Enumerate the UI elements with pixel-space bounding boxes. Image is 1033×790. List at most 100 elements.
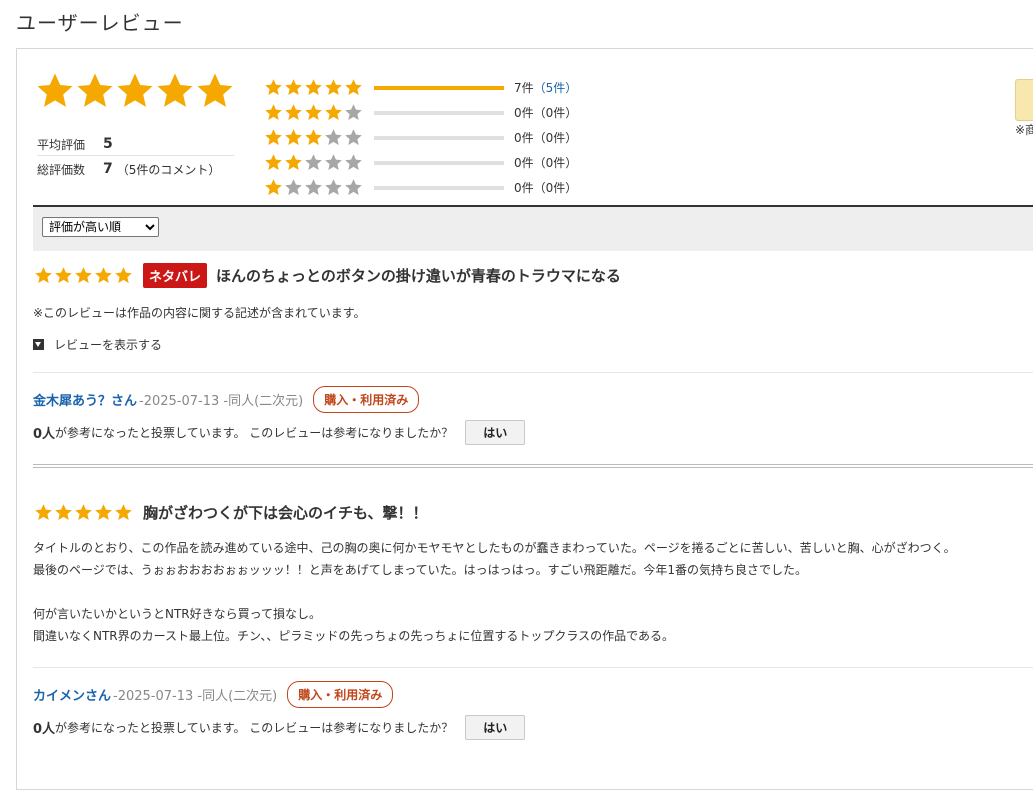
expand-triangle-icon	[33, 339, 44, 350]
total-comments: （5件のコメント）	[116, 162, 221, 177]
average-label: 平均評価	[37, 137, 86, 152]
distribution-bar	[374, 135, 504, 140]
helpful-yes-button[interactable]: はい	[465, 715, 526, 740]
star-empty-icon	[325, 154, 342, 171]
rating-distribution: 7件（5件） 0件（0件） 0件（0件） 0件（0件） 0件（0件）	[264, 75, 577, 200]
star-filled-icon	[75, 267, 92, 284]
distribution-count: 0件（0件）	[514, 129, 577, 146]
star-empty-icon	[345, 179, 362, 196]
star-filled-icon	[115, 267, 132, 284]
sort-order-select[interactable]: 評価が高い順	[42, 217, 159, 237]
distribution-count-value: 0件	[514, 131, 534, 145]
star-icon	[117, 73, 153, 107]
review-header: ネタバレ ほんのちょっとのボタンの掛け違いが青春のトラウマになる	[33, 263, 1033, 288]
star-empty-icon	[325, 179, 342, 196]
show-review-toggle[interactable]: レビューを表示する	[33, 336, 1033, 353]
star-empty-icon	[325, 129, 342, 146]
review-item: 胸がざわつくが下は会心のイチも、撃！！ タイトルのとおり、この作品を読み進めてい…	[33, 502, 1033, 740]
star-icon	[197, 73, 233, 107]
star-filled-icon	[285, 129, 302, 146]
average-rating: 平均評価 5	[37, 133, 234, 156]
distribution-comments: （0件）	[533, 131, 578, 145]
write-review-button[interactable]	[1015, 79, 1033, 121]
review-body-line: 最後のページでは、うぉぉおおおおぉぉッッッ！！と声をあげてしまっていた。はっはっ…	[33, 563, 807, 577]
page-title: ユーザーレビュー	[16, 11, 184, 35]
star-filled-icon	[55, 504, 72, 521]
star-filled-icon	[345, 79, 362, 96]
average-star-rating	[35, 71, 235, 111]
star-icon	[77, 73, 113, 107]
star-empty-icon	[305, 154, 322, 171]
star-filled-icon	[305, 129, 322, 146]
helpful-yes-button[interactable]: はい	[465, 420, 526, 445]
star-filled-icon	[265, 79, 282, 96]
star-filled-icon	[95, 267, 112, 284]
review-title: ほんのちょっとのボタンの掛け違いが青春のトラウマになる	[216, 267, 621, 285]
review-meta: カイメンさん -2025-07-13 -同人(二次元) 購入・利用済み	[33, 681, 1033, 708]
purchased-badge: 購入・利用済み	[313, 386, 420, 413]
average-value: 5	[103, 136, 113, 152]
review-date: -2025-07-13 -同人(二次元)	[139, 394, 304, 409]
sort-bar: 評価が高い順	[33, 205, 1033, 251]
star-filled-icon	[35, 504, 52, 521]
spoiler-note: ※このレビューは作品の内容に関する記述が含まれています。	[33, 306, 366, 320]
review-stars	[34, 266, 134, 285]
distribution-stars	[264, 178, 372, 197]
distribution-row: 0件（0件）	[264, 150, 577, 175]
review-body-line	[33, 581, 1033, 603]
star-filled-icon	[265, 104, 282, 121]
distribution-count-value: 0件	[514, 106, 534, 120]
helpful-row: 0人 が参考になったと投票しています。 このレビューは参考になりましたか？ はい	[33, 420, 1033, 445]
star-filled-icon	[305, 104, 322, 121]
review-body-line: 何が言いたいかというとNTR好きなら買って損なし。	[33, 607, 322, 621]
review-item: ネタバレ ほんのちょっとのボタンの掛け違いが青春のトラウマになる ※このレビュー…	[33, 263, 1033, 445]
distribution-comments-link[interactable]: （5件）	[534, 81, 578, 95]
star-filled-icon	[285, 154, 302, 171]
distribution-stars	[264, 78, 372, 97]
total-label: 総評価数	[37, 162, 86, 177]
distribution-comments: （0件）	[533, 156, 578, 170]
total-value: 7	[103, 161, 113, 177]
review-body: タイトルのとおり、この作品を読み進めている途中、己の胸の奥に何かモヤモヤとしたも…	[33, 537, 1033, 647]
distribution-count-value: 0件	[514, 181, 534, 195]
star-empty-icon	[305, 179, 322, 196]
helpful-count: 0人	[33, 722, 56, 737]
distribution-comments: （0件）	[533, 106, 578, 120]
distribution-count: 7件（5件）	[514, 79, 577, 96]
star-empty-icon	[345, 154, 362, 171]
star-filled-icon	[325, 79, 342, 96]
star-filled-icon	[95, 504, 112, 521]
distribution-comments: （0件）	[533, 181, 578, 195]
reviewer-name[interactable]: カイメンさん	[33, 685, 111, 704]
purchased-badge: 購入・利用済み	[287, 681, 394, 708]
helpful-count: 0人	[33, 427, 56, 442]
distribution-count: 0件（0件）	[514, 104, 577, 121]
star-filled-icon	[265, 179, 282, 196]
star-filled-icon	[285, 104, 302, 121]
star-filled-icon	[325, 104, 342, 121]
star-filled-icon	[265, 154, 282, 171]
distribution-count-value: 0件	[514, 156, 534, 170]
distribution-count-value: 7件	[514, 81, 534, 95]
distribution-bar	[374, 110, 504, 115]
review-date: -2025-07-13 -同人(二次元)	[113, 689, 278, 704]
review-separator	[33, 464, 1033, 468]
helpful-row: 0人 が参考になったと投票しています。 このレビューは参考になりましたか？ はい	[33, 715, 1033, 740]
star-empty-icon	[285, 179, 302, 196]
distribution-count: 0件（0件）	[514, 154, 577, 171]
star-filled-icon	[305, 79, 322, 96]
distribution-count: 0件（0件）	[514, 179, 577, 196]
distribution-stars	[264, 103, 372, 122]
distribution-row: 0件（0件）	[264, 125, 577, 150]
star-icon	[157, 73, 193, 107]
helpful-text: が参考になったと投票しています。 このレビューは参考になりましたか？	[55, 721, 454, 735]
show-review-label: レビューを表示する	[54, 338, 163, 352]
star-empty-icon	[345, 129, 362, 146]
reviewer-name[interactable]: 金木犀あう？さん	[33, 390, 137, 409]
star-filled-icon	[285, 79, 302, 96]
distribution-row: 0件（0件）	[264, 175, 577, 200]
star-filled-icon	[115, 504, 132, 521]
distribution-row: 0件（0件）	[264, 100, 577, 125]
review-body-line: 間違いなくNTR界のカースト最上位。チン、、ピラミッドの先っちょの先っちょに位置…	[33, 629, 674, 643]
star-filled-icon	[265, 129, 282, 146]
